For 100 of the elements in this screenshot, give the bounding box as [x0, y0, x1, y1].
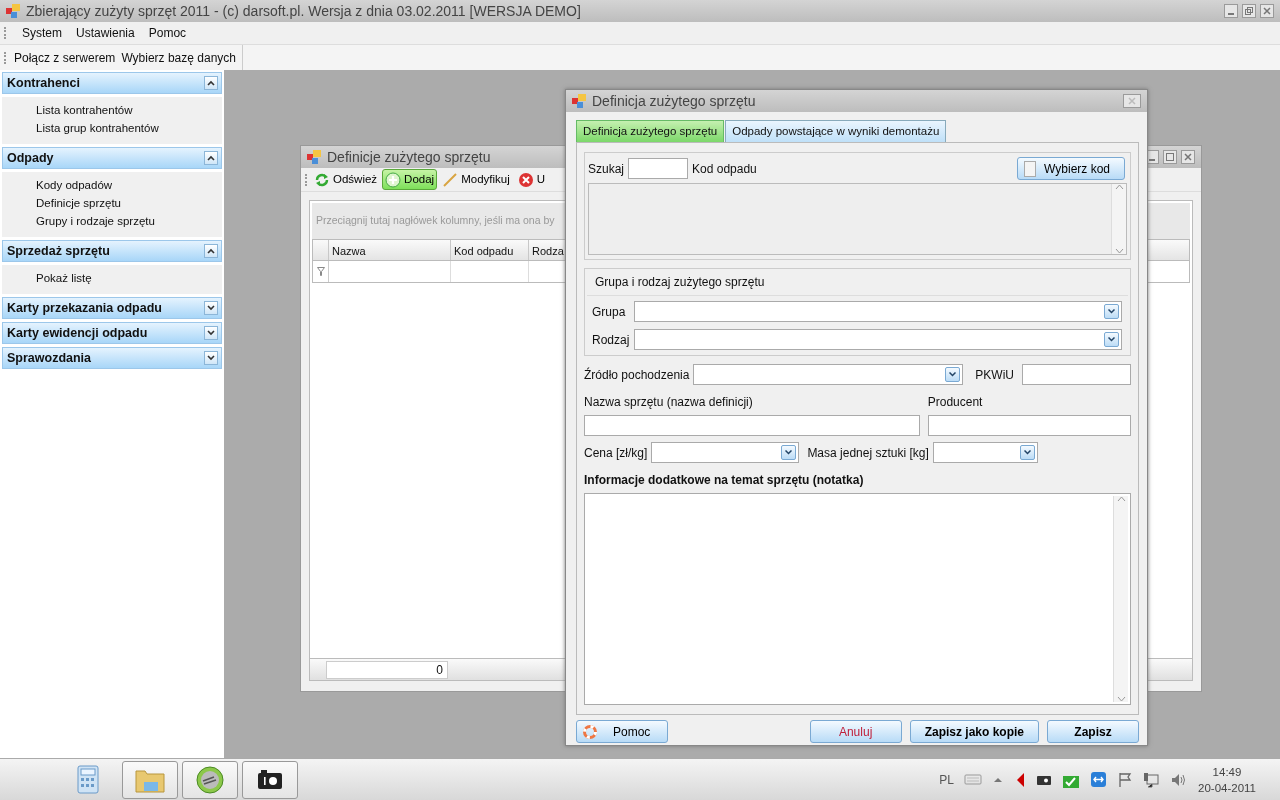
- close-icon: [1263, 7, 1271, 15]
- collapse-button[interactable]: [204, 151, 218, 165]
- field-label: Źródło pochodzenia: [584, 366, 690, 384]
- expand-button[interactable]: [204, 301, 218, 315]
- save-button[interactable]: Zapisz: [1047, 720, 1139, 744]
- nav-link[interactable]: Kody odpadów: [36, 177, 222, 193]
- restore-button[interactable]: [1242, 4, 1256, 18]
- nav-link[interactable]: Grupy i rodzaje sprzętu: [36, 213, 222, 229]
- clock[interactable]: 14:49 20-04-2011: [1198, 763, 1256, 796]
- maximize-button[interactable]: [1163, 150, 1177, 164]
- chevron-icon: [207, 155, 215, 161]
- collapse-button[interactable]: [204, 244, 218, 258]
- document-icon: [1024, 160, 1036, 177]
- section-header[interactable]: Odpady: [2, 147, 222, 169]
- app-icon: [6, 4, 20, 18]
- pick-code-button[interactable]: Wybierz kod: [1017, 157, 1125, 181]
- field-label: Grupa: [592, 303, 626, 321]
- section-header[interactable]: Karty ewidencji odpadu: [2, 322, 222, 344]
- dropdown-button[interactable]: [1104, 332, 1119, 348]
- app-icon: [572, 94, 586, 108]
- section-header[interactable]: Karty przekazania odpadu: [2, 297, 222, 319]
- notes-label: Informacje dodatkowe na temat sprzętu (notatka): [584, 472, 865, 490]
- collapse-button[interactable]: [204, 76, 218, 90]
- menu-item[interactable]: Ustawienia: [76, 24, 135, 42]
- language-indicator[interactable]: PL: [939, 770, 954, 789]
- chevron-icon: [207, 330, 215, 336]
- code-label: Kod odpadu: [692, 160, 757, 178]
- field-label: PKWiU: [975, 366, 1014, 384]
- dropdown-button[interactable]: [781, 445, 797, 461]
- maximize-icon: [1166, 153, 1174, 161]
- section-header[interactable]: Sprzedaż sprzętu: [2, 240, 222, 262]
- section-header[interactable]: Kontrahenci: [2, 72, 222, 94]
- refresh-icon: [314, 171, 330, 188]
- section-header[interactable]: Sprawozdania: [2, 347, 222, 369]
- tab[interactable]: Definicja zużytego sprzętu: [576, 120, 725, 143]
- dropdown-button[interactable]: [945, 367, 961, 383]
- dropdown-button[interactable]: [1104, 304, 1119, 320]
- help-button[interactable]: Pomoc: [576, 720, 668, 744]
- column-header[interactable]: Rodza: [529, 240, 567, 260]
- producer-field[interactable]: [927, 415, 1131, 437]
- close-icon: [1128, 97, 1136, 105]
- nav-link[interactable]: Lista grup kontrahentów: [36, 120, 222, 136]
- chevron-down-icon: [949, 372, 957, 378]
- scroll-down-icon: [1114, 248, 1124, 255]
- mass-dropdown[interactable]: [932, 442, 1038, 464]
- scrollbar[interactable]: [1111, 184, 1126, 255]
- flag-icon[interactable]: [1117, 770, 1132, 789]
- nav-link[interactable]: Definicje sprzętu: [36, 195, 222, 211]
- column-header[interactable]: Kod odpadu: [451, 240, 529, 260]
- arrows-icon[interactable]: [1090, 770, 1107, 789]
- menu-item[interactable]: System: [22, 24, 62, 42]
- plus-circle-icon: [385, 171, 402, 188]
- section-title: Sprawozdania: [7, 349, 92, 367]
- cancel-button[interactable]: Anuluj: [809, 720, 902, 744]
- lifebuoy-icon: [583, 724, 597, 739]
- nav-link[interactable]: Lista kontrahentów: [36, 102, 222, 118]
- scroll-down-icon: [1116, 696, 1126, 703]
- close-icon: [1184, 153, 1192, 161]
- network-icon[interactable]: [1142, 770, 1160, 789]
- restore-icon: [1245, 7, 1253, 15]
- app-icon: [307, 150, 321, 164]
- price-dropdown[interactable]: [651, 442, 800, 464]
- date-text: 20-04-2011: [1198, 780, 1256, 796]
- window-title: Definicje zużytego sprzętu: [327, 147, 491, 167]
- chevron-icon: [207, 80, 215, 86]
- pkwiu-field[interactable]: [1022, 364, 1131, 386]
- close-button[interactable]: [1181, 150, 1195, 164]
- source-dropdown[interactable]: [693, 364, 964, 386]
- name-field[interactable]: [584, 415, 920, 437]
- toolbar-button[interactable]: Modyfikuj: [439, 168, 513, 191]
- close-button[interactable]: [1123, 94, 1141, 108]
- column-header[interactable]: Nazwa: [329, 240, 451, 260]
- field-label: Producent: [927, 394, 984, 412]
- save-button[interactable]: Zapisz jako kopie: [909, 720, 1039, 744]
- taskbar-button[interactable]: [242, 760, 298, 799]
- toolbar-button[interactable]: Połącz z serwerem: [14, 48, 116, 67]
- field-label: Masa jednej sztuki [kg]: [807, 444, 929, 462]
- dropdown-field[interactable]: [634, 301, 1122, 323]
- minimize-button[interactable]: [1224, 4, 1238, 18]
- dropdown-button[interactable]: [1019, 445, 1035, 461]
- tab[interactable]: Odpady powstające w wyniki demontażu: [725, 120, 947, 143]
- toolbar-button[interactable]: U: [514, 168, 549, 191]
- scrollbar[interactable]: [1113, 496, 1128, 703]
- menu-item[interactable]: Pomoc: [148, 24, 187, 42]
- dropdown-field[interactable]: [634, 329, 1122, 351]
- search-field[interactable]: [628, 158, 689, 180]
- chevron-down-icon: [1108, 309, 1115, 315]
- pencil-icon: [442, 171, 459, 188]
- expand-button[interactable]: [204, 351, 218, 365]
- notes-field[interactable]: [584, 493, 1131, 706]
- section-title: Karty ewidencji odpadu: [7, 324, 148, 342]
- toolbar-button[interactable]: Wybierz bazę danych: [121, 48, 236, 67]
- section-title: Sprzedaż sprzętu: [7, 242, 110, 260]
- close-button[interactable]: [1260, 4, 1274, 18]
- chevron-icon: [207, 305, 215, 311]
- field-label: Cena [zł/kg]: [584, 444, 648, 462]
- toolbar-button[interactable]: Odśwież: [311, 168, 381, 191]
- filter-icon: [316, 267, 325, 276]
- expand-button[interactable]: [204, 326, 218, 340]
- toolbar-button[interactable]: Dodaj: [382, 168, 438, 191]
